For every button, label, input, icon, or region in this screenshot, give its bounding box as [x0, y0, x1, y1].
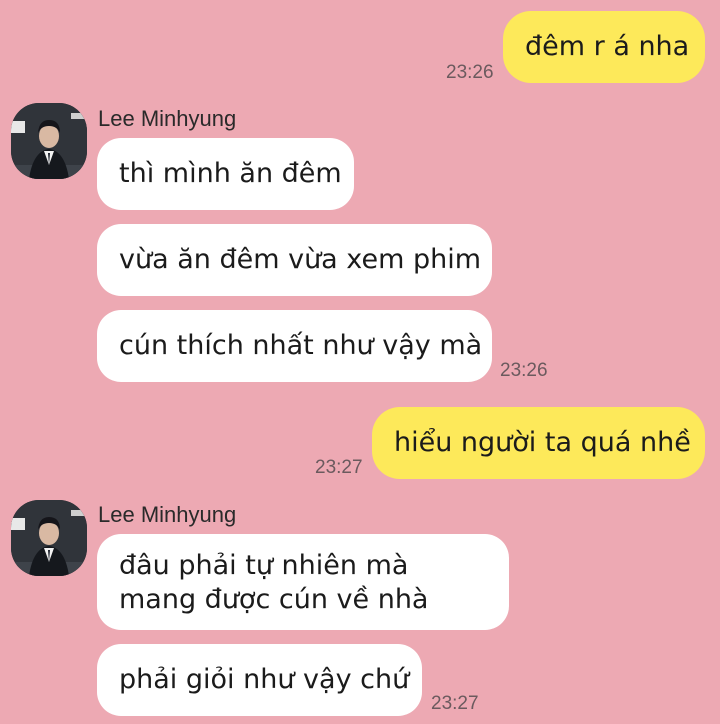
their-message-bubble[interactable]: cún thích nhất như vậy mà — [97, 310, 492, 382]
message-timestamp: 23:27 — [315, 457, 363, 478]
message-timestamp: 23:27 — [431, 693, 479, 714]
message-text: cún thích nhất như vậy mà — [119, 330, 483, 361]
their-message-bubble[interactable]: phải giỏi như vậy chứ — [97, 644, 422, 716]
contact-avatar[interactable] — [11, 103, 87, 179]
message-text: hiểu người ta quá nhề — [394, 427, 691, 458]
message-text: đêm r á nha — [525, 31, 690, 62]
message-text: phải giỏi như vậy chứ — [119, 664, 410, 695]
message-text: đâu phải tự nhiên mà mang được cún về nh… — [119, 550, 429, 615]
message-timestamp: 23:26 — [446, 62, 494, 83]
contact-name: Lee Minhyung — [98, 106, 237, 131]
their-message-bubble[interactable]: thì mình ăn đêm — [97, 138, 354, 210]
message-timestamp: 23:26 — [500, 360, 548, 381]
their-message-bubble[interactable]: đâu phải tự nhiên mà mang được cún về nh… — [97, 534, 509, 630]
contact-name: Lee Minhyung — [98, 502, 237, 527]
my-message-bubble[interactable]: đêm r á nha — [503, 11, 705, 83]
contact-avatar[interactable] — [11, 500, 87, 576]
message-text: vừa ăn đêm vừa xem phim — [119, 244, 482, 275]
message-text: thì mình ăn đêm — [119, 158, 342, 189]
their-message-bubble[interactable]: vừa ăn đêm vừa xem phim — [97, 224, 492, 296]
my-message-bubble[interactable]: hiểu người ta quá nhề — [372, 407, 705, 479]
